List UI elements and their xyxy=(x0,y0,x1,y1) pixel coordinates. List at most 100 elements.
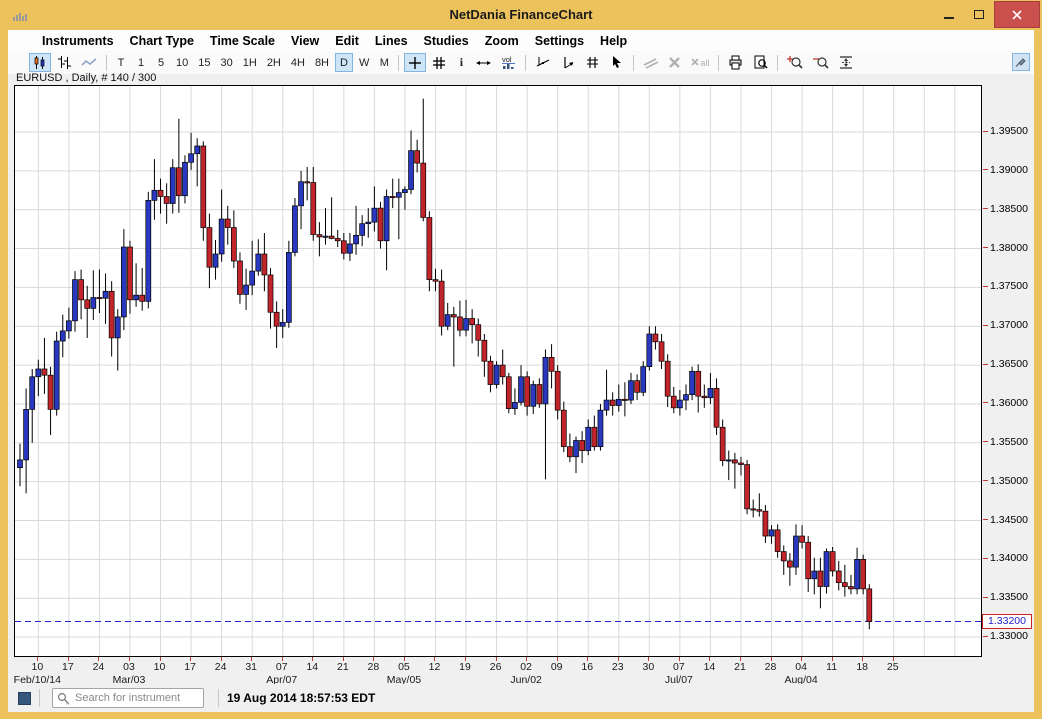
menu-item-chart-type[interactable]: Chart Type xyxy=(122,33,202,49)
timeframe-button-4h[interactable]: 4H xyxy=(287,53,309,72)
timeframe-button-w[interactable]: W xyxy=(355,53,373,72)
vertical-line-button[interactable] xyxy=(556,53,579,72)
search-wrap xyxy=(52,688,204,708)
chart-type-bars-button[interactable] xyxy=(53,53,75,72)
pointer-arrow-icon xyxy=(610,55,624,70)
timeframe-button-5[interactable]: 5 xyxy=(152,53,170,72)
app-window: NetDania FinanceChart InstrumentsChart T… xyxy=(0,0,1042,719)
menu-item-edit[interactable]: Edit xyxy=(327,33,367,49)
timeframe-button-t[interactable]: T xyxy=(112,53,130,72)
delete-button xyxy=(664,53,685,72)
y-axis-tick xyxy=(983,441,988,442)
x-axis-week-label: 10 xyxy=(31,661,43,673)
zoom-in-button[interactable] xyxy=(783,53,807,72)
delete-all-button: all xyxy=(687,53,713,72)
y-axis-label: 1.35500 xyxy=(983,435,1028,449)
x-axis-week-label: 05 xyxy=(398,661,410,673)
candles-svg[interactable] xyxy=(15,86,981,656)
chart-type-candlestick-button[interactable] xyxy=(29,53,51,72)
maximize-button[interactable] xyxy=(964,1,994,27)
y-axis-tick xyxy=(983,169,988,170)
minimize-button[interactable] xyxy=(934,1,964,27)
y-axis-label: 1.33000 xyxy=(983,629,1028,643)
x-axis-week-label: 14 xyxy=(306,661,318,673)
x-axis-week-label: 11 xyxy=(826,661,837,673)
menu-item-lines[interactable]: Lines xyxy=(367,33,416,49)
print-preview-icon xyxy=(753,55,768,70)
x-axis-week-label: 21 xyxy=(734,661,746,673)
toolbar-separator xyxy=(106,55,107,71)
menu-item-view[interactable]: View xyxy=(283,33,327,49)
menu-item-instruments[interactable]: Instruments xyxy=(34,33,122,49)
menu-item-settings[interactable]: Settings xyxy=(527,33,592,49)
timeframe-button-1[interactable]: 1 xyxy=(132,53,150,72)
x-axis-week-label: 02 xyxy=(520,661,532,673)
status-bar: 19 Aug 2014 18:57:53 EDT xyxy=(8,684,1034,712)
volume-icon: vol xyxy=(501,55,516,70)
remove-drawings-icon xyxy=(643,56,658,69)
print-preview-button[interactable] xyxy=(749,53,772,72)
search-icon xyxy=(57,692,70,705)
print-button[interactable] xyxy=(724,53,747,72)
window-title: NetDania FinanceChart xyxy=(0,0,1042,30)
x-axis-week-label: 12 xyxy=(429,661,441,673)
y-axis-tick xyxy=(983,480,988,481)
timeframe-button-8h[interactable]: 8H xyxy=(311,53,333,72)
x-axis-week-label: 10 xyxy=(154,661,166,673)
menu-item-studies[interactable]: Studies xyxy=(416,33,477,49)
parallel-lines-icon xyxy=(585,55,600,70)
remove-drawings-button xyxy=(639,53,662,72)
y-axis-label: 1.39000 xyxy=(983,163,1028,177)
timeframe-button-30[interactable]: 30 xyxy=(217,53,237,72)
x-axis-week-label: 31 xyxy=(245,661,257,673)
volume-button[interactable]: vol xyxy=(497,53,520,72)
parallel-lines-button[interactable] xyxy=(581,53,604,72)
pointer-arrow-button[interactable] xyxy=(606,53,628,72)
toolbar-separator xyxy=(777,55,778,71)
menu-item-help[interactable]: Help xyxy=(592,33,635,49)
chart-type-line-button[interactable] xyxy=(77,53,101,72)
status-indicator-icon xyxy=(18,692,31,705)
crosshair-button[interactable] xyxy=(404,53,426,72)
expand-horizontal-button[interactable] xyxy=(472,53,495,72)
delete-all-label: all xyxy=(700,58,709,68)
x-axis-week-label: 04 xyxy=(795,661,807,673)
timeframe-button-10[interactable]: 10 xyxy=(172,53,192,72)
menu-item-time-scale[interactable]: Time Scale xyxy=(202,33,283,49)
y-axis-tick xyxy=(983,597,988,598)
toolbar-separator xyxy=(525,55,526,71)
y-axis-label: 1.39500 xyxy=(983,124,1028,138)
maximize-icon xyxy=(974,10,984,19)
y-axis-label: 1.35000 xyxy=(983,474,1028,488)
delete-icon xyxy=(668,56,681,69)
y-axis-tick xyxy=(983,208,988,209)
x-axis-week-label: 28 xyxy=(765,661,777,673)
fit-scale-button[interactable] xyxy=(835,53,857,72)
chart-header-label: EURUSD , Daily, # 140 / 300 xyxy=(16,72,156,84)
y-axis-label: 1.33500 xyxy=(983,590,1028,604)
grid-button[interactable] xyxy=(428,53,450,72)
y-axis-tick xyxy=(983,247,988,248)
chart-plot-area[interactable] xyxy=(14,85,982,657)
close-button[interactable] xyxy=(994,1,1040,28)
y-axis-tick xyxy=(983,402,988,403)
x-axis-week-label: 09 xyxy=(551,661,563,673)
trend-line-button[interactable] xyxy=(531,53,554,72)
y-axis-tick xyxy=(983,325,988,326)
y-axis-label: 1.36500 xyxy=(983,357,1028,371)
x-axis-week-label: 24 xyxy=(215,661,227,673)
timeframe-button-m[interactable]: M xyxy=(375,53,393,72)
statusbar-separator xyxy=(39,689,40,707)
toolbar-separator xyxy=(398,55,399,71)
timeframe-button-d[interactable]: D xyxy=(335,53,353,72)
timeframe-button-15[interactable]: 15 xyxy=(194,53,214,72)
timeframe-button-1h[interactable]: 1H xyxy=(239,53,261,72)
search-input[interactable] xyxy=(52,688,204,708)
timeframe-button-2h[interactable]: 2H xyxy=(263,53,285,72)
info-button[interactable]: i xyxy=(452,53,470,72)
x-axis-week-label: 03 xyxy=(123,661,135,673)
y-axis-label: 1.38000 xyxy=(983,241,1028,255)
toolbar: T151015301H2H4H8HDWM i vol xyxy=(8,51,1034,74)
menu-item-zoom[interactable]: Zoom xyxy=(477,33,527,49)
zoom-out-button[interactable] xyxy=(809,53,833,72)
